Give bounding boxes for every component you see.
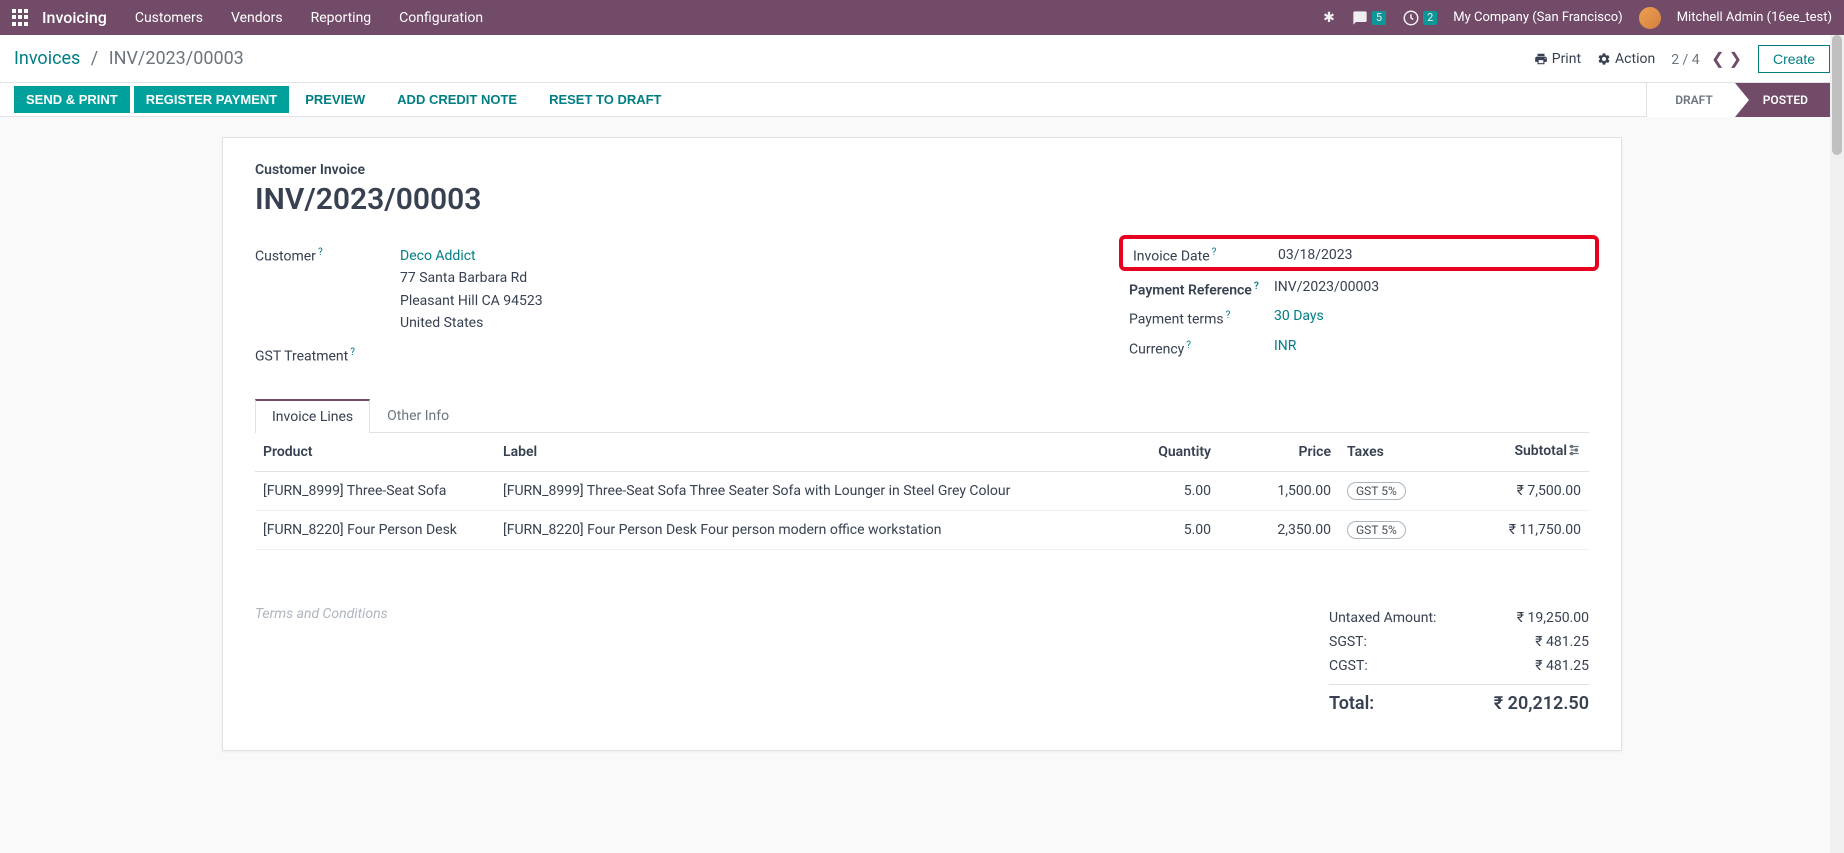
- cell-qty[interactable]: 5.00: [1109, 511, 1219, 550]
- currency-label: Currency?: [1129, 338, 1274, 358]
- cgst-label: CGST:: [1329, 658, 1368, 674]
- pager-text[interactable]: 2 / 4: [1671, 52, 1699, 68]
- user-menu[interactable]: Mitchell Admin (16ee_test): [1677, 10, 1832, 25]
- action-bar: SEND & PRINT REGISTER PAYMENT PREVIEW AD…: [0, 83, 1844, 117]
- pager-next-icon[interactable]: ❯: [1729, 49, 1742, 68]
- control-bar: Invoices / INV/2023/00003 Print Action 2…: [0, 35, 1844, 83]
- pager: 2 / 4 ❮ ❯: [1671, 49, 1742, 68]
- sgst-label: SGST:: [1329, 634, 1367, 650]
- scrollbar-thumb[interactable]: [1832, 35, 1842, 155]
- cell-subtotal: ₹ 11,750.00: [1429, 511, 1589, 550]
- tabs: Invoice Lines Other Info: [255, 398, 1589, 433]
- status-draft[interactable]: DRAFT: [1646, 83, 1735, 117]
- app-name[interactable]: Invoicing: [42, 8, 107, 27]
- footer: Terms and Conditions Untaxed Amount: ₹ 19…: [255, 606, 1589, 718]
- payref-label: Payment Reference?: [1129, 279, 1274, 299]
- gst-label: GST Treatment?: [255, 345, 400, 365]
- cell-product[interactable]: [FURN_8999] Three-Seat Sofa: [255, 472, 495, 511]
- activities-icon[interactable]: 2: [1402, 9, 1437, 27]
- col-price: Price: [1219, 433, 1339, 472]
- table-row[interactable]: [FURN_8220] Four Person Desk[FURN_8220] …: [255, 511, 1589, 550]
- fields-left: Customer? Deco Addict 77 Santa Barbara R…: [255, 245, 1129, 374]
- cell-label[interactable]: [FURN_8220] Four Person Desk Four person…: [495, 511, 1109, 550]
- controlbar-right: Print Action 2 / 4 ❮ ❯ Create: [1534, 45, 1830, 73]
- total-label: Total:: [1329, 693, 1374, 714]
- tab-invoice-lines[interactable]: Invoice Lines: [255, 399, 370, 433]
- total-value: ₹ 20,212.50: [1494, 693, 1589, 714]
- gear-icon: [1597, 52, 1611, 66]
- terms-input[interactable]: Terms and Conditions: [255, 606, 1329, 718]
- col-subtotal: Subtotal: [1429, 433, 1589, 472]
- status-bar: DRAFT POSTED: [1646, 83, 1830, 117]
- preview-button[interactable]: PREVIEW: [293, 86, 377, 113]
- sgst-value: ₹ 481.25: [1535, 634, 1589, 650]
- customer-label: Customer?: [255, 245, 400, 265]
- print-icon: [1534, 52, 1548, 66]
- untaxed-value: ₹ 19,250.00: [1517, 610, 1589, 626]
- cell-price[interactable]: 1,500.00: [1219, 472, 1339, 511]
- payment-terms-label: Payment terms?: [1129, 308, 1274, 328]
- cell-tax[interactable]: GST 5%: [1339, 472, 1429, 511]
- sheet-container: Customer Invoice INV/2023/00003 Customer…: [0, 117, 1844, 771]
- bug-icon[interactable]: ✱: [1323, 10, 1335, 26]
- customer-link[interactable]: Deco Addict: [400, 248, 476, 264]
- doc-title: INV/2023/00003: [255, 182, 1589, 217]
- customer-value[interactable]: Deco Addict 77 Santa Barbara Rd Pleasant…: [400, 245, 543, 335]
- top-nav: Invoicing Customers Vendors Reporting Co…: [0, 0, 1844, 35]
- untaxed-label: Untaxed Amount:: [1329, 610, 1436, 626]
- fields-right: Invoice Date? 03/18/2023 Payment Referen…: [1129, 245, 1589, 374]
- cell-tax[interactable]: GST 5%: [1339, 511, 1429, 550]
- main-menu: Customers Vendors Reporting Configuratio…: [135, 10, 483, 26]
- invoice-date-value[interactable]: 03/18/2023: [1278, 247, 1353, 263]
- send-print-button[interactable]: SEND & PRINT: [14, 86, 130, 113]
- breadcrumb-root[interactable]: Invoices: [14, 48, 80, 69]
- breadcrumb-current: INV/2023/00003: [109, 48, 244, 69]
- fields-grid: Customer? Deco Addict 77 Santa Barbara R…: [255, 245, 1589, 374]
- currency-value[interactable]: INR: [1274, 338, 1296, 354]
- status-posted[interactable]: POSTED: [1735, 83, 1830, 117]
- cell-subtotal: ₹ 7,500.00: [1429, 472, 1589, 511]
- scrollbar-track[interactable]: [1830, 35, 1844, 853]
- menu-customers[interactable]: Customers: [135, 10, 203, 26]
- col-quantity: Quantity: [1109, 433, 1219, 472]
- form-sheet: Customer Invoice INV/2023/00003 Customer…: [222, 137, 1622, 751]
- col-taxes: Taxes: [1339, 433, 1429, 472]
- invoice-lines-table: Product Label Quantity Price Taxes Subto…: [255, 433, 1589, 550]
- register-payment-button[interactable]: REGISTER PAYMENT: [134, 86, 289, 113]
- menu-reporting[interactable]: Reporting: [311, 10, 372, 26]
- invoice-date-highlight: Invoice Date? 03/18/2023: [1119, 235, 1599, 271]
- create-button[interactable]: Create: [1758, 45, 1830, 73]
- menu-configuration[interactable]: Configuration: [399, 10, 483, 26]
- print-button[interactable]: Print: [1534, 51, 1581, 67]
- activities-badge: 2: [1423, 11, 1437, 25]
- doc-title-label: Customer Invoice: [255, 162, 1589, 178]
- col-label: Label: [495, 433, 1109, 472]
- action-button[interactable]: Action: [1597, 51, 1655, 67]
- breadcrumb-sep: /: [91, 48, 98, 69]
- add-credit-note-button[interactable]: ADD CREDIT NOTE: [385, 86, 529, 113]
- topnav-right: ✱ 5 2 My Company (San Francisco) Mitchel…: [1323, 7, 1832, 29]
- cgst-value: ₹ 481.25: [1535, 658, 1589, 674]
- cell-label[interactable]: [FURN_8999] Three-Seat Sofa Three Seater…: [495, 472, 1109, 511]
- cell-price[interactable]: 2,350.00: [1219, 511, 1339, 550]
- pager-prev-icon[interactable]: ❮: [1711, 49, 1724, 68]
- menu-vendors[interactable]: Vendors: [231, 10, 283, 26]
- invoice-date-label: Invoice Date?: [1133, 245, 1278, 265]
- apps-icon[interactable]: [12, 9, 30, 27]
- cell-product[interactable]: [FURN_8220] Four Person Desk: [255, 511, 495, 550]
- avatar[interactable]: [1639, 7, 1661, 29]
- col-product: Product: [255, 433, 495, 472]
- messages-icon[interactable]: 5: [1351, 10, 1386, 26]
- totals: Untaxed Amount: ₹ 19,250.00 SGST: ₹ 481.25…: [1329, 606, 1589, 718]
- company-selector[interactable]: My Company (San Francisco): [1453, 10, 1622, 25]
- messages-badge: 5: [1372, 11, 1386, 25]
- table-row[interactable]: [FURN_8999] Three-Seat Sofa[FURN_8999] T…: [255, 472, 1589, 511]
- cell-qty[interactable]: 5.00: [1109, 472, 1219, 511]
- columns-options-icon[interactable]: [1567, 443, 1581, 461]
- breadcrumb: Invoices / INV/2023/00003: [14, 48, 244, 69]
- payment-terms-value[interactable]: 30 Days: [1274, 308, 1324, 324]
- reset-draft-button[interactable]: RESET TO DRAFT: [537, 86, 673, 113]
- payref-value[interactable]: INV/2023/00003: [1274, 279, 1379, 295]
- tab-other-info[interactable]: Other Info: [370, 399, 466, 433]
